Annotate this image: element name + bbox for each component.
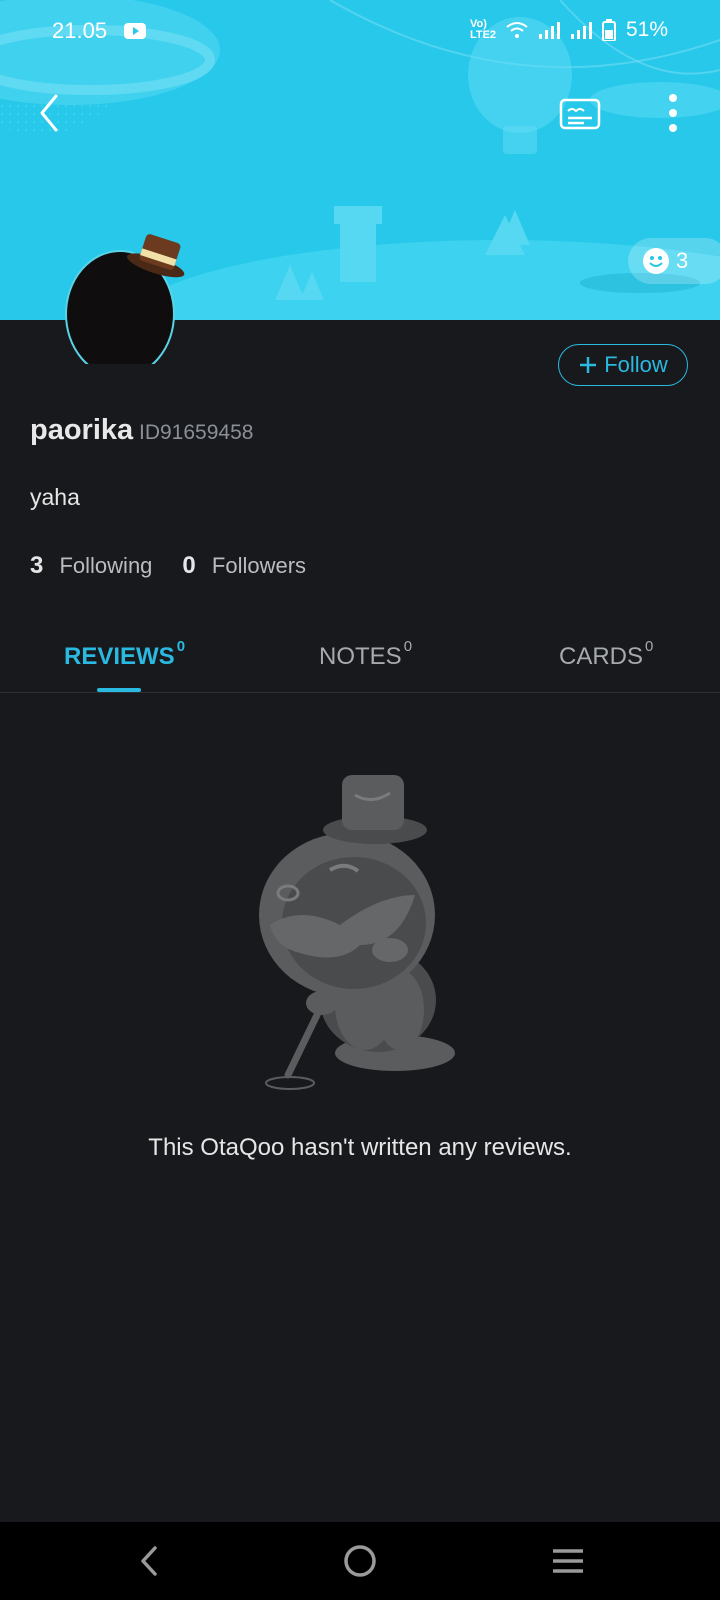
- nav-recents-button[interactable]: [528, 1522, 608, 1600]
- status-icons: Vo) LTE2 51%: [470, 18, 668, 42]
- youtube-icon: [124, 23, 146, 39]
- network-label: Vo) LTE2: [469, 18, 497, 41]
- nav-home-button[interactable]: [320, 1522, 400, 1600]
- reaction-count: 3: [676, 248, 689, 273]
- plus-icon: [580, 357, 597, 373]
- status-bar: 21.05 Vo) LTE2 51%: [0, 0, 720, 64]
- nav-back-button[interactable]: [110, 1522, 190, 1600]
- tab-notes-count: 0: [403, 638, 413, 655]
- id-card-icon: [559, 98, 601, 130]
- profile-card-button[interactable]: [558, 94, 602, 134]
- status-time: 21.05: [52, 18, 108, 43]
- avatar-image: [65, 234, 185, 364]
- nav-menu-icon: [553, 1549, 583, 1573]
- reaction-badge[interactable]: 3: [628, 238, 720, 284]
- nav-home-icon: [344, 1545, 376, 1577]
- tab-notes-label: NOTES: [319, 643, 402, 670]
- username: paorika: [30, 414, 134, 446]
- battery-percent: 51%: [625, 18, 668, 41]
- follow-stats: 3 Following 0 Followers: [30, 552, 306, 580]
- follow-label: Follow: [604, 352, 668, 377]
- followers-count: 0: [182, 552, 196, 579]
- active-tab-indicator: [97, 688, 141, 692]
- user-id: ID91659458: [139, 421, 254, 444]
- signal-icon-2: [570, 22, 592, 39]
- empty-state-mascot-icon: [259, 775, 455, 1090]
- tab-notes[interactable]: NOTES 0: [319, 638, 412, 671]
- tab-reviews[interactable]: REVIEWS 0: [64, 638, 185, 671]
- nav-back-icon: [141, 1546, 157, 1576]
- content-tabs: REVIEWS 0 NOTES 0 CARDS 0: [0, 620, 720, 693]
- tab-cards-label: CARDS: [559, 643, 644, 670]
- signal-icon-1: [538, 22, 560, 39]
- following-count: 3: [30, 552, 44, 579]
- smiley-icon: [643, 248, 669, 274]
- back-arrow-icon: [40, 94, 58, 132]
- system-nav-bar: [0, 1522, 720, 1600]
- follow-button[interactable]: Follow: [558, 344, 688, 386]
- following-label: Following: [59, 553, 153, 578]
- tab-cards-count: 0: [645, 638, 654, 655]
- tab-reviews-count: 0: [176, 638, 186, 655]
- tab-reviews-label: REVIEWS: [64, 643, 175, 670]
- followers-stat[interactable]: 0 Followers: [182, 552, 306, 580]
- following-stat[interactable]: 3 Following: [30, 552, 152, 580]
- tab-cards[interactable]: CARDS 0: [559, 638, 653, 671]
- more-options-button[interactable]: [658, 88, 688, 138]
- avatar[interactable]: [64, 234, 185, 374]
- back-button[interactable]: [30, 88, 70, 138]
- followers-label: Followers: [211, 553, 307, 578]
- battery-icon: [601, 19, 616, 41]
- empty-state-message: This OtaQoo hasn't written any reviews.: [148, 1134, 572, 1161]
- wifi-icon: [506, 22, 528, 38]
- bio: yaha: [30, 484, 80, 510]
- more-vertical-icon: [669, 94, 677, 132]
